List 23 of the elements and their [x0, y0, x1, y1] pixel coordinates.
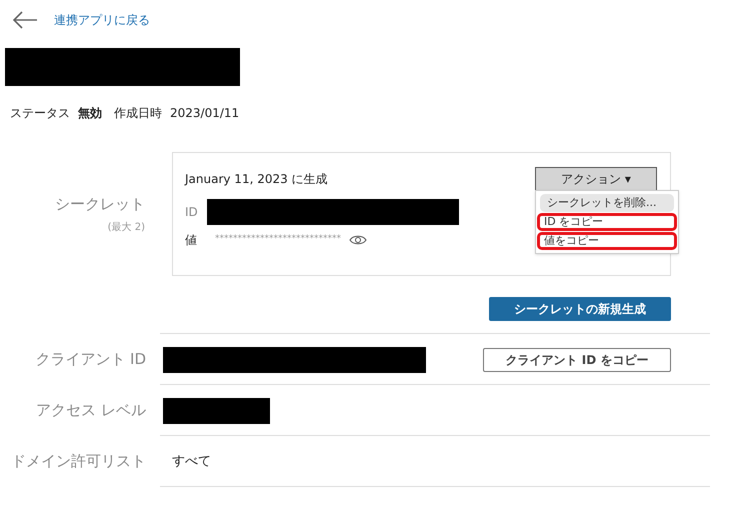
secret-label: シークレット: [55, 194, 145, 216]
field-value: すべて: [172, 452, 211, 471]
created-label: 作成日時: [114, 105, 162, 122]
field-label: クライアント ID: [35, 349, 146, 370]
copy-client-id-button[interactable]: クライアント ID をコピー: [483, 348, 671, 372]
back-arrow-icon[interactable]: [12, 11, 38, 29]
value-label: 値: [185, 232, 198, 249]
secret-limit: (最大 2): [108, 220, 145, 235]
id-label: ID: [185, 204, 195, 221]
menu-item[interactable]: シークレットを削除...: [540, 194, 674, 212]
new-secret-button[interactable]: シークレットの新規生成: [489, 297, 671, 321]
status-value: 無効: [78, 105, 102, 122]
menu-item[interactable]: ID をコピー: [537, 213, 677, 231]
field-label: アクセス レベル: [36, 400, 146, 422]
eye-icon[interactable]: [349, 234, 367, 246]
masked-value: ****************************: [215, 233, 341, 246]
menu-item[interactable]: 値をコピー: [537, 232, 677, 250]
generated-date: January 11, 2023 に生成: [185, 171, 328, 188]
action-button[interactable]: アクション ▾: [535, 167, 657, 191]
status-label: ステータス: [10, 105, 70, 122]
field-label: ドメイン許可リスト: [11, 451, 146, 472]
created-date: 2023/01/11: [170, 105, 240, 122]
back-link[interactable]: 連携アプリに戻る: [54, 11, 150, 29]
